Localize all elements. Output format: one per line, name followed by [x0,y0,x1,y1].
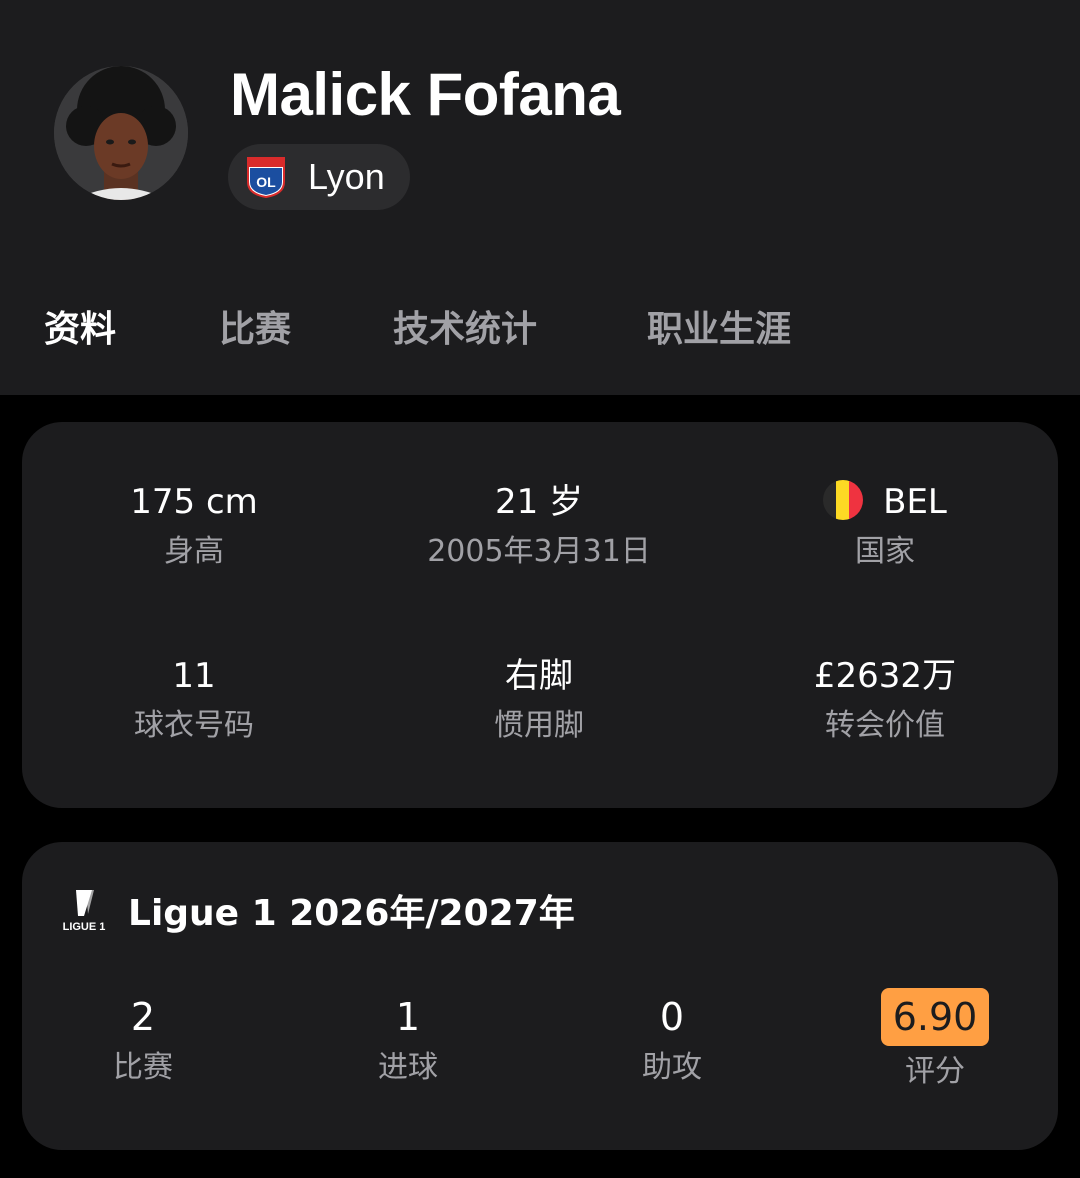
height-cell: 175 cm 身高 [24,480,364,572]
jersey-value: 11 [172,656,216,696]
profile-info-card: 175 cm 身高 21 岁 2005年3月31日 BEL 国家 11 球衣号码… [22,422,1058,808]
assists-stat: 0 助攻 [562,992,782,1088]
appearances-label: 比赛 [113,1050,173,1085]
player-avatar [54,66,188,200]
rating-stat: 6.90 评分 [825,988,1045,1092]
appearances-stat: 2 比赛 [33,992,253,1088]
height-label: 身高 [164,534,224,569]
player-name: Malick Fofana [230,61,621,128]
season-stats-card[interactable]: LIGUE 1 Ligue 1 2026年/2027年 2 比赛 1 进球 0 … [22,842,1058,1150]
market-value-cell: £2632万 转会价值 [715,654,1055,746]
rating-label: 评分 [905,1054,965,1089]
age-cell: 21 岁 2005年3月31日 [369,480,709,572]
market-value-label: 转会价值 [825,708,945,743]
assists-value: 0 [659,995,685,1039]
foot-value: 右脚 [505,656,573,696]
market-value: £2632万 [813,656,957,696]
rating-badge: 6.90 [880,988,990,1046]
country-cell: BEL 国家 [715,480,1055,572]
goals-stat: 1 进球 [298,992,518,1088]
goals-label: 进球 [378,1050,438,1085]
country-label: 国家 [855,534,915,569]
lyon-crest-icon: OL [247,157,285,198]
team-name: Lyon [308,156,385,197]
tab-matches[interactable]: 比赛 [219,300,291,352]
svg-text:OL: OL [256,174,276,190]
assists-label: 助攻 [642,1050,702,1085]
jersey-cell: 11 球衣号码 [24,654,364,746]
age-value: 21 岁 [494,482,584,522]
profile-tabs: 资料 比赛 技术统计 职业生涯 [0,300,1080,360]
ligue1-logo-icon: LIGUE 1 [63,890,106,933]
belgium-flag-icon [823,480,864,520]
birth-date: 2005年3月31日 [427,534,651,569]
season-title: Ligue 1 2026年/2027年 [128,893,575,934]
height-value: 175 cm [130,482,258,522]
foot-label: 惯用脚 [494,708,584,743]
tab-stats[interactable]: 技术统计 [393,300,537,352]
appearances-value: 2 [130,995,156,1039]
tab-profile[interactable]: 资料 [44,300,116,352]
tab-career[interactable]: 职业生涯 [647,300,791,352]
team-chip[interactable]: OL Lyon [228,144,410,210]
country-code: BEL [883,482,947,522]
foot-cell: 右脚 惯用脚 [369,654,709,746]
goals-value: 1 [395,995,421,1039]
jersey-label: 球衣号码 [134,708,254,743]
league-header: LIGUE 1 Ligue 1 2026年/2027年 [62,886,575,934]
svg-text:LIGUE 1: LIGUE 1 [63,921,106,933]
player-header: Malick Fofana OL Lyon 资料 比赛 技术统计 职业生涯 [0,0,1080,395]
